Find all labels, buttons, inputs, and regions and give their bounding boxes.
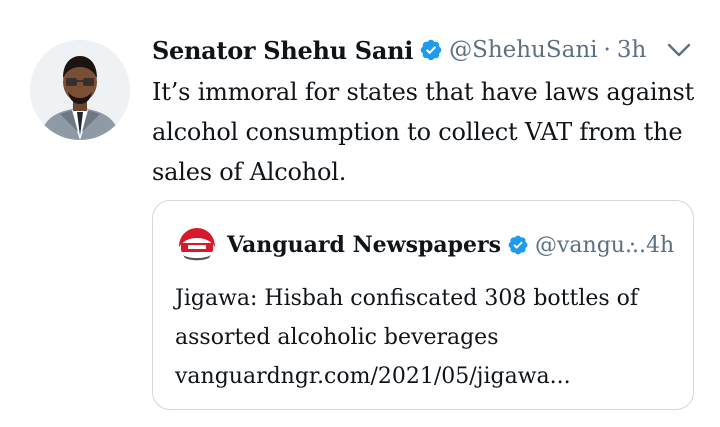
separator-dot: · [603, 37, 611, 63]
quoted-link[interactable]: vanguardngr.com/2021/05/jigawa... [175, 357, 675, 396]
tweet-time[interactable]: 3h [617, 37, 646, 63]
quoted-text-line: Jigawa: Hisbah confiscated 308 bottles o… [175, 286, 639, 311]
verified-badge-icon [420, 39, 442, 61]
avatar[interactable] [30, 40, 130, 140]
quoted-tweet-text: Jigawa: Hisbah confiscated 308 bottles o… [175, 279, 675, 396]
tweet-header: Senator Shehu Sani @ShehuSani · 3h [152, 30, 646, 70]
tweet-text: It’s immoral for states that have laws a… [152, 78, 695, 186]
verified-badge-icon [508, 235, 528, 255]
author-handle[interactable]: @ShehuSani [449, 37, 597, 63]
chevron-down-icon[interactable] [664, 36, 694, 64]
vanguard-logo-icon [175, 223, 219, 267]
quoted-text-line: assorted alcoholic beverages [175, 325, 499, 350]
quoted-tweet[interactable]: Vanguard Newspapers @vangu... · 4h Jigaw… [152, 200, 694, 410]
cartoon-avatar-icon [30, 40, 130, 140]
tweet[interactable]: Senator Shehu Sani @ShehuSani · 3h It’s … [0, 0, 720, 427]
quoted-author-name[interactable]: Vanguard Newspapers [227, 232, 501, 258]
quoted-tweet-header: Vanguard Newspapers @vangu... [227, 223, 646, 267]
quoted-tweet-time[interactable]: 4h [646, 233, 674, 258]
quoted-tweet-time-wrap: · 4h [629, 223, 674, 267]
author-name[interactable]: Senator Shehu Sani [152, 36, 413, 65]
separator-dot: · [629, 232, 636, 258]
